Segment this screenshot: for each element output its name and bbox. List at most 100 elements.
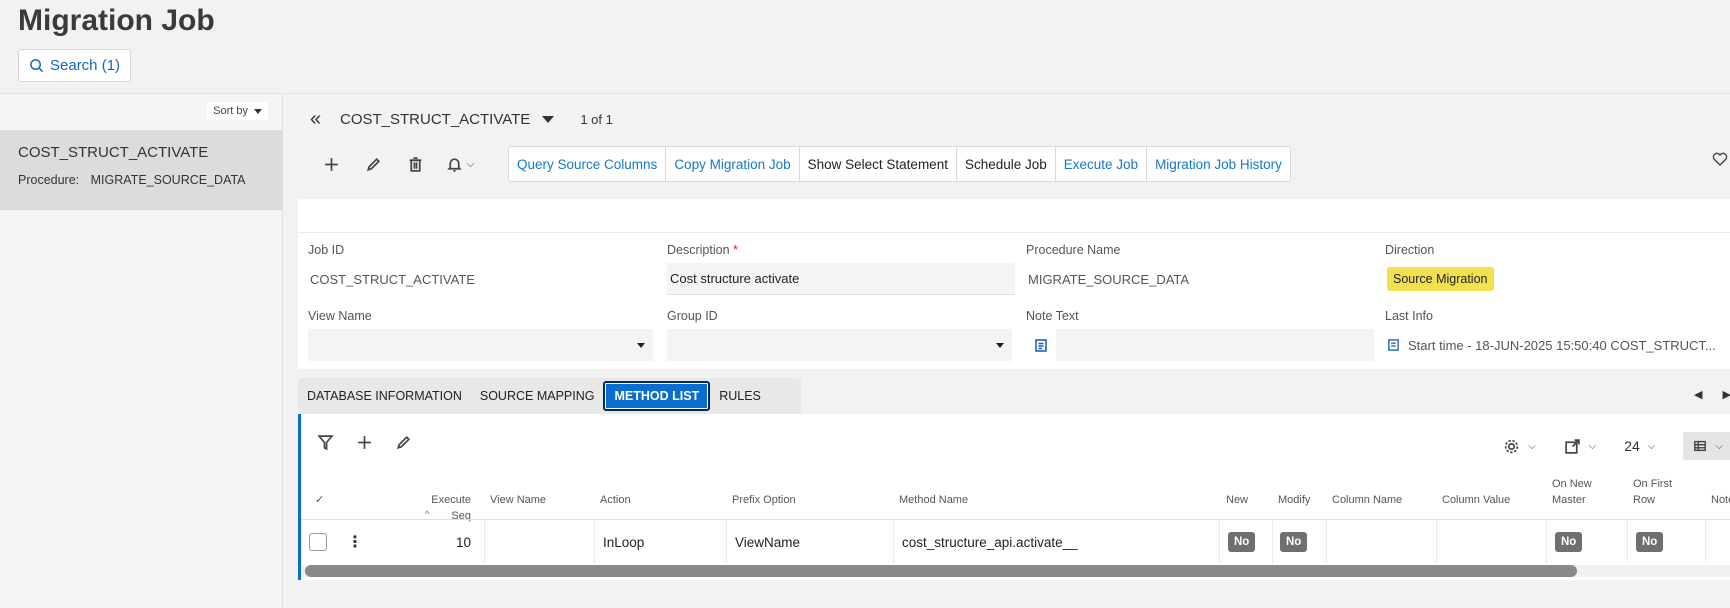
- tab-rules[interactable]: RULES: [710, 378, 801, 414]
- note-text-input[interactable]: [1056, 329, 1374, 361]
- bell-icon: [446, 157, 462, 172]
- column-header-view-name[interactable]: View Name: [490, 492, 546, 508]
- group-id-label: Group ID: [667, 309, 718, 323]
- search-icon: [30, 59, 44, 73]
- direction-label: Direction: [1385, 243, 1435, 257]
- cell-method-name: cost_structure_api.activate__: [893, 520, 1219, 564]
- detail-header: « COST_STRUCT_ACTIVATE 1 of 1: [310, 108, 613, 131]
- column-header-notes[interactable]: Note: [1711, 492, 1730, 508]
- migration-job-history-button[interactable]: Migration Job History: [1147, 147, 1290, 181]
- grid-toolbar: [317, 434, 412, 451]
- last-info-value: Start time - 18-JUN-2025 15:50:40 COST_S…: [1408, 337, 1716, 353]
- view-name-label: View Name: [308, 309, 372, 323]
- gear-icon: [1504, 439, 1519, 453]
- list-item[interactable]: COST_STRUCT_ACTIVATE Procedure: MIGRATE_…: [0, 130, 283, 210]
- cell-on-new-master: No: [1546, 520, 1627, 564]
- column-header-action[interactable]: Action: [600, 492, 631, 508]
- list-item-title: COST_STRUCT_ACTIVATE: [18, 144, 209, 161]
- command-button-group: Query Source Columns Copy Migration Job …: [508, 146, 1291, 182]
- tab-scroll-left-icon[interactable]: ◀: [1694, 388, 1702, 401]
- kebab-menu-icon[interactable]: ⋮: [347, 532, 363, 552]
- search-button-label: Search (1): [50, 57, 121, 74]
- execute-job-button[interactable]: Execute Job: [1056, 147, 1148, 181]
- last-info-value-row: Start time - 18-JUN-2025 15:50:40 COST_S…: [1385, 329, 1730, 361]
- chevron-down-icon: ⌵: [466, 158, 475, 170]
- cell-action: InLoop: [594, 520, 726, 564]
- column-header-prefix-option[interactable]: Prefix Option: [732, 492, 796, 508]
- export-icon: [1564, 438, 1580, 454]
- chevron-down-icon: ⌵: [1528, 440, 1536, 452]
- cell-prefix-option: ViewName: [726, 520, 893, 564]
- favorite-icon[interactable]: [1712, 152, 1728, 169]
- column-header-on-first-row-line1: On First: [1633, 478, 1673, 490]
- command-toolbar: ⌵ Query Source Columns Copy Migration Jo…: [310, 146, 1291, 182]
- sort-ascending-icon: ^: [425, 509, 430, 519]
- description-input[interactable]: Cost structure activate: [667, 263, 1015, 295]
- sort-by-dropdown[interactable]: Sort by: [207, 102, 268, 120]
- grid-settings-button[interactable]: ⌵: [1503, 438, 1536, 455]
- caret-down-icon: [996, 342, 1004, 348]
- job-form: Job ID COST_STRUCT_ACTIVATE Description …: [298, 199, 1730, 369]
- job-id-value: COST_STRUCT_ACTIVATE: [310, 271, 475, 287]
- method-list-grid: ⌵ ⌵ 24 ⌵ ⌵ ✓ Execute Seq View Name Actio…: [298, 414, 1730, 580]
- column-header-modify[interactable]: Modify: [1278, 492, 1310, 508]
- group-id-select[interactable]: [667, 329, 1012, 361]
- copy-migration-job-button[interactable]: Copy Migration Job: [666, 147, 800, 181]
- note-icon[interactable]: [1026, 329, 1056, 361]
- description-label: Description *: [667, 243, 1015, 257]
- record-title: COST_STRUCT_ACTIVATE: [340, 111, 531, 128]
- job-id-field: Job ID COST_STRUCT_ACTIVATE: [308, 243, 653, 295]
- form-banner: [298, 199, 1730, 233]
- column-header-on-first-row[interactable]: On First Row: [1633, 476, 1672, 508]
- caret-down-icon: [254, 108, 262, 114]
- page-size-value: 24: [1624, 438, 1640, 454]
- show-select-statement-button[interactable]: Show Select Statement: [800, 147, 957, 181]
- cell-on-first-row: No: [1627, 520, 1705, 564]
- view-name-field: View Name: [308, 309, 653, 361]
- table-row[interactable]: ⋮ 10 InLoop ViewName cost_structure_api.…: [301, 520, 1730, 564]
- chevron-down-icon: ⌵: [1647, 440, 1656, 452]
- cell-execute-seq: 10: [455, 534, 471, 550]
- caret-down-icon: [637, 342, 645, 348]
- delete-button[interactable]: [394, 147, 436, 181]
- notifications-button[interactable]: ⌵: [436, 147, 484, 181]
- row-select-cell: [309, 520, 333, 564]
- record-pager: 1 of 1: [580, 112, 613, 127]
- add-button[interactable]: [310, 147, 352, 181]
- description-field: Description * Cost structure activate: [667, 243, 1015, 295]
- query-source-columns-button[interactable]: Query Source Columns: [509, 147, 667, 181]
- direction-field: Direction Source Migration: [1385, 243, 1730, 295]
- column-header-column-value[interactable]: Column Value: [1442, 492, 1510, 508]
- collapse-list-icon[interactable]: «: [310, 108, 328, 131]
- filter-icon[interactable]: [317, 434, 334, 451]
- search-button[interactable]: Search (1): [18, 49, 132, 82]
- horizontal-scrollbar-thumb[interactable]: [305, 565, 1577, 577]
- view-name-select[interactable]: [308, 329, 653, 361]
- document-icon: [1388, 339, 1399, 351]
- plus-icon[interactable]: [356, 434, 373, 451]
- page-size-select[interactable]: 24 ⌵: [1624, 438, 1655, 454]
- column-header-on-new-master[interactable]: On New Master: [1552, 476, 1592, 508]
- note-text-row: [1026, 329, 1374, 361]
- note-text-label: Note Text: [1026, 309, 1079, 323]
- tab-method-list[interactable]: METHOD LIST: [603, 381, 711, 411]
- pencil-icon[interactable]: [395, 434, 412, 451]
- last-info-label: Last Info: [1385, 309, 1433, 323]
- no-badge: No: [1228, 532, 1256, 552]
- table-view-toggle[interactable]: ⌵: [1683, 432, 1730, 460]
- list-item-sub-label: Procedure:: [18, 173, 80, 187]
- record-dropdown-icon[interactable]: [542, 116, 555, 123]
- tab-scroll-right-icon[interactable]: ▶: [1722, 388, 1730, 401]
- no-badge: No: [1280, 532, 1308, 552]
- tab-database-information[interactable]: DATABASE INFORMATION: [298, 378, 471, 414]
- edit-button[interactable]: [352, 147, 394, 181]
- row-checkbox[interactable]: [309, 533, 327, 551]
- select-all-checkmark[interactable]: ✓: [315, 492, 324, 508]
- tab-source-mapping[interactable]: SOURCE MAPPING: [471, 378, 604, 414]
- column-header-column-name[interactable]: Column Name: [1332, 492, 1402, 508]
- column-header-new[interactable]: New: [1226, 492, 1248, 508]
- list-item-sub-value: MIGRATE_SOURCE_DATA: [90, 173, 246, 187]
- export-button[interactable]: ⌵: [1564, 438, 1596, 455]
- column-header-method-name[interactable]: Method Name: [899, 492, 968, 508]
- schedule-job-button[interactable]: Schedule Job: [957, 147, 1056, 181]
